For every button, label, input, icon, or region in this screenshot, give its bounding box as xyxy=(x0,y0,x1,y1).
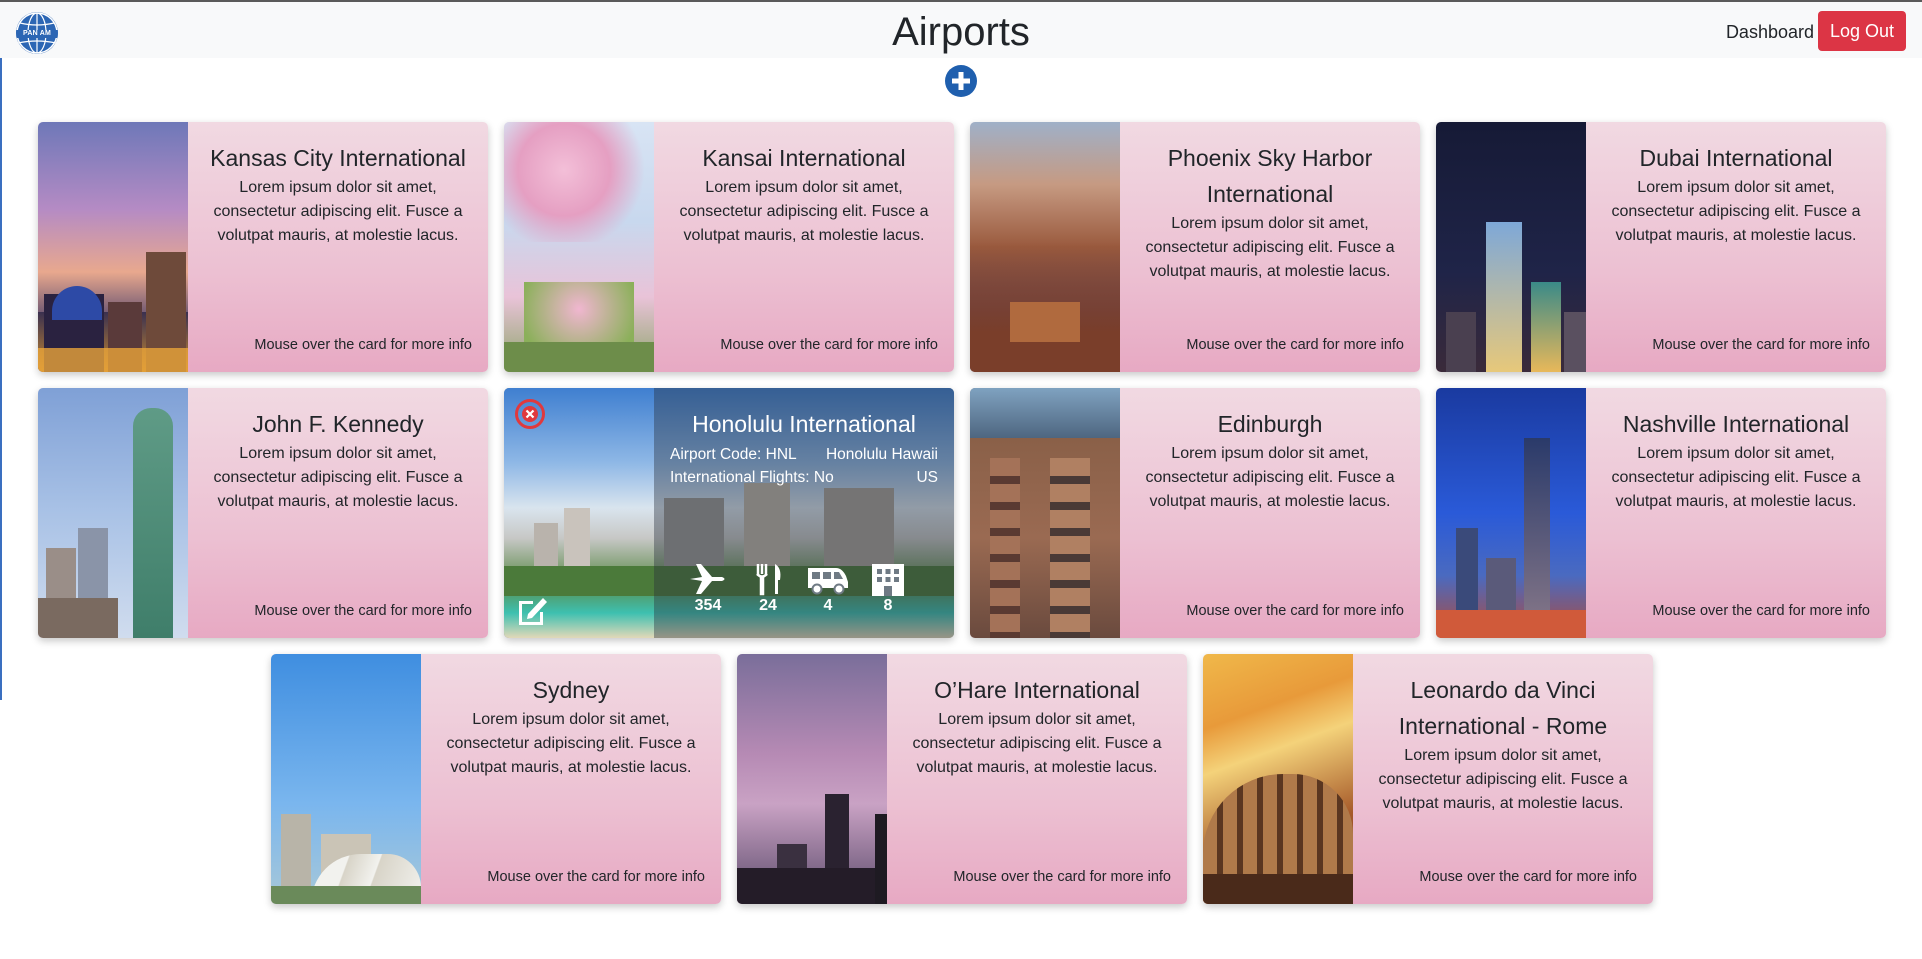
card-title: Kansas City International xyxy=(210,145,466,171)
airport-photo xyxy=(38,388,188,638)
card-body: Edinburgh Lorem ipsum dolor sit amet, co… xyxy=(1120,388,1420,638)
shuttle-van-icon xyxy=(808,568,848,595)
airport-card-honolulu[interactable]: Honolulu International Airport Code: HNL… xyxy=(504,388,954,638)
airport-photo xyxy=(271,654,421,904)
card-body: O’Hare International Lorem ipsum dolor s… xyxy=(887,654,1187,904)
hover-hint: Mouse over the card for more info xyxy=(1652,603,1870,619)
stat-value: 354 xyxy=(694,597,722,614)
international-flights: International Flights: No xyxy=(670,469,834,486)
card-title: Dubai International xyxy=(1639,145,1833,171)
airport-country: US xyxy=(916,469,938,486)
card-text: Lorem ipsum dolor sit amet, consectetur … xyxy=(1611,179,1861,244)
card-title: Nashville International xyxy=(1622,411,1850,437)
airport-code: Airport Code: HNL xyxy=(670,446,797,463)
airport-card-kansas-city[interactable]: Kansas City International Lorem ipsum do… xyxy=(38,122,488,372)
card-title: Phoenix Sky Harbor International xyxy=(1167,145,1373,207)
card-text: Lorem ipsum dolor sit amet, consectetur … xyxy=(912,711,1162,776)
card-title: Sydney xyxy=(532,677,610,703)
airport-city: Honolulu Hawaii xyxy=(825,446,938,463)
airport-card-ohare[interactable]: O’Hare International Lorem ipsum dolor s… xyxy=(737,654,1187,904)
card-body: Sydney Lorem ipsum dolor sit amet, conse… xyxy=(421,654,721,904)
airport-card-grid: Kansas City International Lorem ipsum do… xyxy=(0,0,1922,959)
plane-icon xyxy=(690,564,725,594)
card-body: John F. Kennedy Lorem ipsum dolor sit am… xyxy=(188,388,488,638)
card-body: Kansai International Lorem ipsum dolor s… xyxy=(654,122,954,372)
card-body: Nashville International Lorem ipsum dolo… xyxy=(1586,388,1886,638)
card-body: Leonardo da Vinci International - Rome L… xyxy=(1353,654,1653,904)
airport-card-jfk[interactable]: John F. Kennedy Lorem ipsum dolor sit am… xyxy=(38,388,488,638)
hotel-icon xyxy=(872,564,904,596)
airport-card-kansai[interactable]: Kansai International Lorem ipsum dolor s… xyxy=(504,122,954,372)
hover-hint: Mouse over the card for more info xyxy=(254,603,472,619)
hover-hint: Mouse over the card for more info xyxy=(953,869,1171,885)
airport-card-edinburgh[interactable]: Edinburgh Lorem ipsum dolor sit amet, co… xyxy=(970,388,1420,638)
stat-restaurants: 24 xyxy=(738,562,798,616)
airport-photo xyxy=(504,122,654,372)
airport-card-nashville[interactable]: Nashville International Lorem ipsum dolo… xyxy=(1436,388,1886,638)
hover-hint: Mouse over the card for more info xyxy=(1419,869,1637,885)
card-text: Lorem ipsum dolor sit amet, consectetur … xyxy=(679,179,929,244)
card-body: Dubai International Lorem ipsum dolor si… xyxy=(1586,122,1886,372)
airport-card-phoenix[interactable]: Phoenix Sky Harbor International Lorem i… xyxy=(970,122,1420,372)
hover-hint: Mouse over the card for more info xyxy=(254,337,472,353)
card-body: Kansas City International Lorem ipsum do… xyxy=(188,122,488,372)
card-text: Lorem ipsum dolor sit amet, consectetur … xyxy=(1611,445,1861,510)
card-title: Leonardo da Vinci International - Rome xyxy=(1398,677,1608,739)
card-title: Honolulu International xyxy=(692,411,916,437)
card-text: Lorem ipsum dolor sit amet, consectetur … xyxy=(446,711,696,776)
card-title: O’Hare International xyxy=(934,677,1140,703)
card-text: Lorem ipsum dolor sit amet, consectetur … xyxy=(1145,215,1395,280)
delete-circle-icon[interactable] xyxy=(514,398,546,430)
hover-hint: Mouse over the card for more info xyxy=(1186,337,1404,353)
airport-photo xyxy=(1203,654,1353,904)
stat-shuttles: 4 xyxy=(798,562,858,616)
airport-photo xyxy=(970,122,1120,372)
card-title: Kansai International xyxy=(702,145,906,171)
card-text: Lorem ipsum dolor sit amet, consectetur … xyxy=(213,179,463,244)
utensils-icon xyxy=(756,564,781,596)
airport-photo xyxy=(38,122,188,372)
airport-photo xyxy=(970,388,1120,638)
card-title: John F. Kennedy xyxy=(252,411,424,437)
airport-photo xyxy=(737,654,887,904)
card-text: Lorem ipsum dolor sit amet, consectetur … xyxy=(1145,445,1395,510)
airport-card-rome[interactable]: Leonardo da Vinci International - Rome L… xyxy=(1203,654,1653,904)
card-text: Lorem ipsum dolor sit amet, consectetur … xyxy=(1378,747,1628,812)
stat-value: 8 xyxy=(883,597,893,614)
stat-value: 4 xyxy=(823,597,833,614)
airport-card-dubai[interactable]: Dubai International Lorem ipsum dolor si… xyxy=(1436,122,1886,372)
hover-hint: Mouse over the card for more info xyxy=(487,869,705,885)
stat-hotels: 8 xyxy=(858,562,918,616)
airport-photo xyxy=(1436,388,1586,638)
card-body: Phoenix Sky Harbor International Lorem i… xyxy=(1120,122,1420,372)
stat-flights: 354 xyxy=(678,562,738,616)
airport-photo xyxy=(1436,122,1586,372)
hover-hint: Mouse over the card for more info xyxy=(1652,337,1870,353)
card-text: Lorem ipsum dolor sit amet, consectetur … xyxy=(213,445,463,510)
hover-hint: Mouse over the card for more info xyxy=(1186,603,1404,619)
airport-card-sydney[interactable]: Sydney Lorem ipsum dolor sit amet, conse… xyxy=(271,654,721,904)
edit-icon[interactable] xyxy=(514,592,550,628)
card-title: Edinburgh xyxy=(1217,411,1323,437)
hover-hint: Mouse over the card for more info xyxy=(720,337,938,353)
stat-value: 24 xyxy=(759,597,777,614)
